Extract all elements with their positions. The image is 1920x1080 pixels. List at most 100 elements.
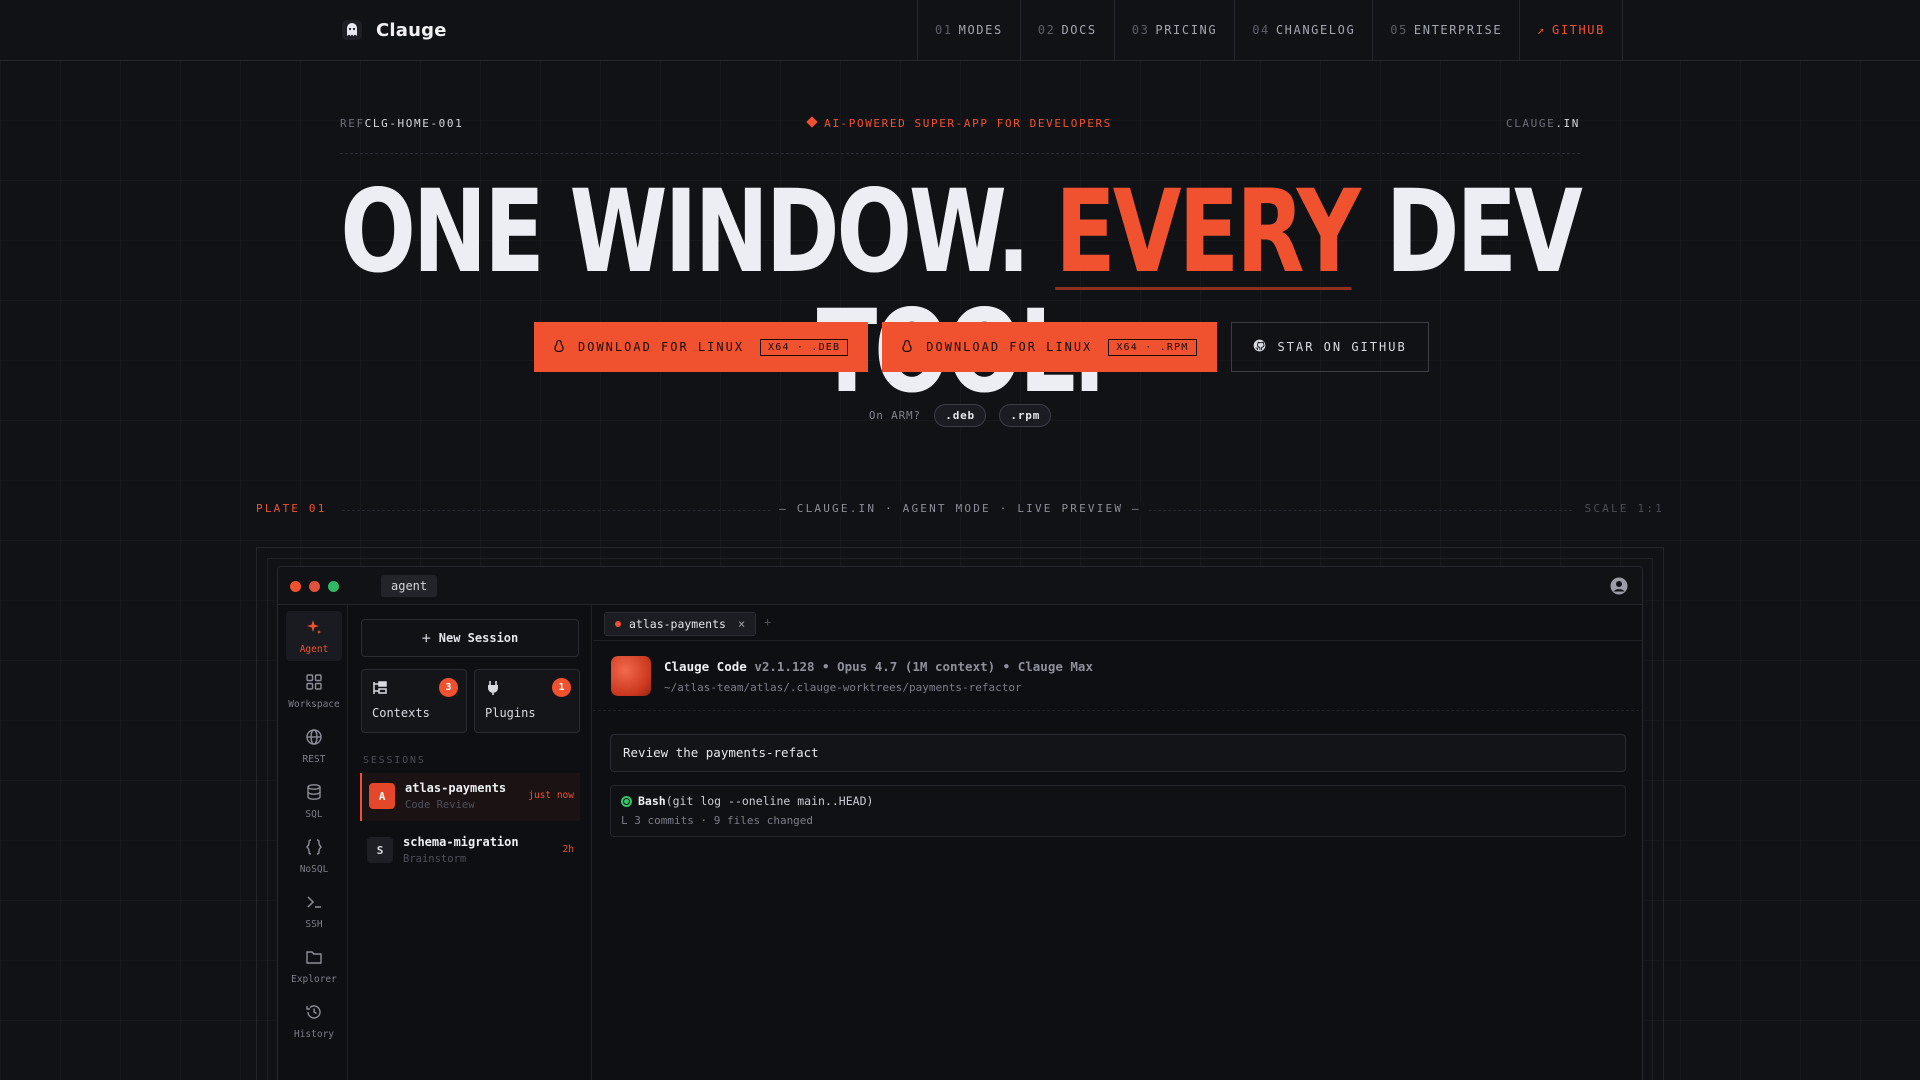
plug-icon: [485, 680, 501, 700]
rail-sql[interactable]: SQL: [286, 776, 342, 826]
rail-label: SQL: [305, 808, 323, 820]
tool-name: Bash: [638, 794, 666, 808]
plugins-card[interactable]: Plugins 1: [474, 669, 580, 733]
session-avatar: A: [369, 783, 395, 809]
star-github-button[interactable]: STAR ON GITHUB: [1230, 322, 1429, 372]
window-controls: [290, 581, 339, 592]
rail-explorer[interactable]: Explorer: [286, 941, 342, 991]
rail-history[interactable]: History: [286, 996, 342, 1046]
maximize-dot[interactable]: [328, 581, 339, 592]
contexts-card[interactable]: Contexts 3: [361, 669, 467, 733]
download-rpm-tag: X64 · .RPM: [1108, 338, 1197, 356]
braces-icon: [305, 838, 323, 860]
top-nav: Clauge 01 MODES 02 DOCS 03 PRICING 04 CHANGE…: [0, 0, 1920, 61]
chat-main: atlas-payments × + Clauge Code v2.1.128 …: [593, 605, 1642, 1080]
linux-icon: [554, 339, 564, 355]
brand-name: Clauge: [376, 19, 447, 41]
nav-num: 04: [1252, 23, 1270, 37]
app-preview-window: agent Agent Workspace REST SQL NoSQL SSH: [277, 566, 1643, 1080]
headline-part1: ONE WINDOW.: [340, 165, 1056, 298]
nav-modes[interactable]: 01 MODES: [918, 0, 1021, 60]
session-time: just now: [528, 790, 574, 801]
nav-label: PRICING: [1155, 23, 1218, 37]
tool-args: (git log --oneline main..HEAD): [665, 794, 874, 808]
history-icon: [305, 1003, 323, 1025]
tagline: AI-POWERED SUPER-APP FOR DEVELOPERS: [340, 116, 1580, 130]
clauge-code-logo: [611, 656, 651, 696]
rail-ssh[interactable]: SSH: [286, 886, 342, 936]
close-dot[interactable]: [290, 581, 301, 592]
domain-name: CLAUGE: [1505, 117, 1556, 130]
card-label: Plugins: [485, 706, 536, 720]
arm-row: On ARM? .deb .rpm: [0, 404, 1920, 427]
plate-caption: — CLAUGE.IN · AGENT MODE · LIVE PREVIEW …: [771, 502, 1149, 515]
rail-label: Workspace: [288, 698, 340, 710]
folder-icon: [305, 948, 323, 970]
nav-enterprise[interactable]: 05 ENTERPRISE: [1373, 0, 1521, 60]
window-titlebar: agent: [278, 567, 1642, 605]
sparkle-icon: [305, 618, 323, 640]
rail-label: Explorer: [291, 973, 337, 985]
user-avatar-icon[interactable]: [1610, 577, 1628, 595]
plate-row: PLATE 01 — CLAUGE.IN · AGENT MODE · LIVE…: [256, 502, 1664, 520]
domain-tld: .IN: [1555, 117, 1580, 130]
arm-deb-link[interactable]: .deb: [934, 404, 986, 427]
arm-rpm-link[interactable]: .rpm: [999, 404, 1052, 427]
domain: CLAUGE.IN: [1506, 117, 1580, 130]
rail-nosql[interactable]: NoSQL: [286, 831, 342, 881]
tagline-text: AI-POWERED SUPER-APP FOR DEVELOPERS: [824, 117, 1112, 130]
download-deb-label: DOWNLOAD FOR LINUX: [578, 340, 745, 354]
sessions-heading: SESSIONS: [363, 755, 426, 766]
session-atlas-payments[interactable]: A atlas-payments Code Review just now: [360, 773, 580, 821]
external-link-icon: ↗: [1537, 23, 1546, 37]
nav-docs[interactable]: 02 DOCS: [1021, 0, 1115, 60]
download-rpm-button[interactable]: DOWNLOAD FOR LINUX X64 · .RPM: [882, 322, 1217, 372]
nav-num: 01: [935, 23, 953, 37]
ref-row: REFCLG-HOME-001 AI-POWERED SUPER-APP FOR…: [340, 116, 1580, 137]
rail-label: NoSQL: [299, 863, 329, 875]
rail-label: Agent: [299, 643, 329, 655]
nav-github[interactable]: ↗ GITHUB: [1520, 0, 1623, 60]
session-meta: Clauge Code v2.1.128 • Opus 4.7 (1M cont…: [664, 659, 1093, 674]
session-name: atlas-payments: [405, 781, 507, 795]
download-rpm-label: DOWNLOAD FOR LINUX: [926, 340, 1093, 354]
nav-pricing[interactable]: 03 PRICING: [1115, 0, 1236, 60]
linux-icon: [902, 339, 912, 355]
worktree-path: ~/atlas-team/atlas/.clauge-worktrees/pay…: [664, 681, 1022, 694]
plate-scale: SCALE 1:1: [1584, 502, 1664, 515]
session-panel: + New Session Contexts 3 Plugins 1 SESSIO…: [348, 605, 592, 1080]
minimize-dot[interactable]: [309, 581, 320, 592]
rail-workspace[interactable]: Workspace: [286, 666, 342, 716]
nav-num: 05: [1390, 23, 1408, 37]
session-time: 2h: [562, 844, 574, 855]
rail-label: History: [293, 1028, 335, 1040]
brand[interactable]: Clauge: [340, 15, 447, 45]
new-session-button[interactable]: + New Session: [361, 619, 579, 657]
user-prompt: Review the payments-refact: [610, 734, 1626, 772]
download-deb-tag: X64 · .DEB: [760, 338, 849, 356]
rail-agent[interactable]: Agent: [286, 611, 342, 661]
card-badge: 1: [552, 678, 571, 697]
contexts-icon: [372, 680, 388, 700]
session-name: schema-migration: [403, 835, 519, 849]
tab-atlas-payments[interactable]: atlas-payments ×: [604, 612, 757, 636]
add-tab-button[interactable]: +: [764, 615, 771, 629]
product-meta: v2.1.128 • Opus 4.7 (1M context) • Claug…: [746, 659, 1093, 674]
active-dot-icon: [615, 621, 621, 627]
ghost-logo-icon: [340, 18, 364, 42]
star-github-label: STAR ON GITHUB: [1277, 340, 1407, 354]
tool-rail: Agent Workspace REST SQL NoSQL SSH Explo…: [278, 605, 348, 1080]
arm-label: On ARM?: [868, 409, 921, 422]
download-deb-button[interactable]: DOWNLOAD FOR LINUX X64 · .DEB: [534, 322, 869, 372]
session-schema-migration[interactable]: S schema-migration Brainstorm 2h: [360, 827, 580, 875]
nav-changelog[interactable]: 04 CHANGELOG: [1235, 0, 1374, 60]
close-icon[interactable]: ×: [738, 617, 745, 631]
github-icon: [1253, 339, 1266, 355]
card-label: Contexts: [372, 706, 430, 720]
rail-rest[interactable]: REST: [286, 721, 342, 771]
diamond-icon: [806, 116, 818, 128]
tool-call-block: Bash(git log --oneline main..HEAD) L 3 c…: [610, 785, 1626, 837]
plus-icon: +: [421, 629, 431, 647]
session-type: Code Review: [405, 799, 475, 811]
nav-label: MODES: [958, 23, 1003, 37]
